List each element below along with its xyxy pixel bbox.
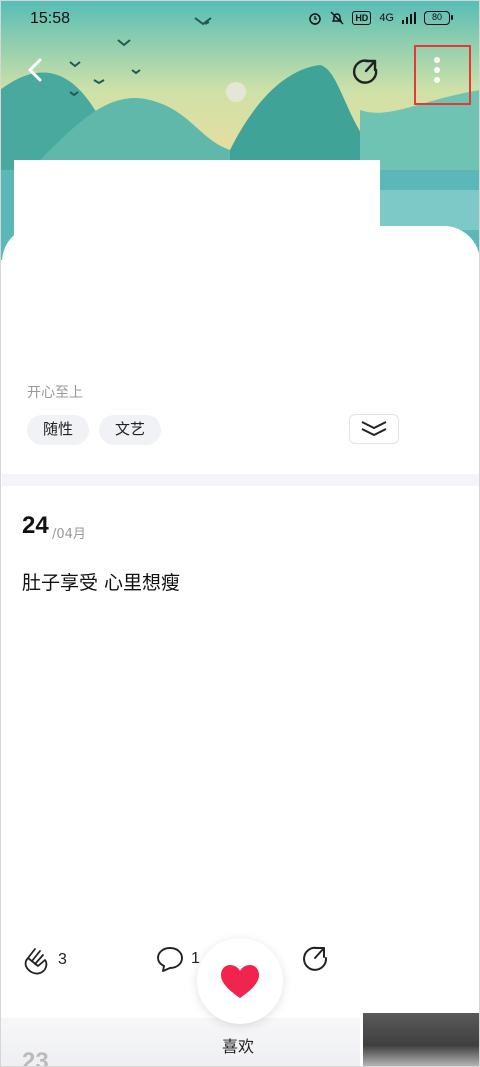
network-label: 4G — [379, 12, 394, 24]
notebook-cover-placeholder — [14, 160, 380, 240]
like-label: 喜欢 — [222, 1037, 255, 1056]
share-button[interactable] — [346, 52, 386, 92]
bell-off-icon — [330, 11, 344, 25]
entry-month: /04月 — [52, 527, 86, 542]
back-button[interactable] — [18, 52, 54, 88]
entry-text: 肚子享受 心里想瘦 — [22, 572, 181, 594]
tag-chip[interactable]: 文艺 — [99, 415, 162, 445]
signal-icon — [402, 12, 416, 24]
clap-count: 3 — [58, 951, 67, 968]
share-entry-button[interactable] — [300, 944, 330, 974]
like-button[interactable] — [197, 938, 283, 1024]
clap-button[interactable]: 3 — [22, 944, 67, 976]
more-vertical-icon — [434, 57, 440, 83]
status-icons: HD 4G 80 — [308, 11, 453, 25]
share-arrow-icon — [303, 946, 328, 971]
expand-button[interactable] — [349, 414, 399, 444]
alarm-icon — [309, 13, 322, 25]
status-time: 15:58 — [30, 10, 71, 27]
chevron-left-icon — [28, 58, 42, 82]
clap-hand-icon — [24, 948, 48, 975]
corner-thumbnail — [363, 1013, 480, 1067]
notebook-subtitle: 开心至上 — [27, 385, 83, 401]
more-options-button[interactable] — [414, 45, 471, 105]
battery-indicator: 80 — [424, 11, 453, 25]
heart-icon — [221, 965, 259, 998]
next-entry-day: 23 — [22, 1048, 49, 1067]
hd-badge: HD — [352, 11, 372, 25]
comment-bubble-icon — [157, 947, 183, 972]
status-bar: 15:58 HD 4G 80 — [0, 0, 480, 40]
section-divider — [2, 474, 480, 486]
entry-day: 24 — [22, 512, 49, 539]
share-arrow-icon — [352, 59, 378, 84]
double-chevron-down-icon — [361, 421, 387, 436]
comment-button[interactable]: 1 — [155, 944, 200, 974]
next-entry-card — [0, 1018, 360, 1067]
tag-chip[interactable]: 随性 — [27, 415, 90, 445]
